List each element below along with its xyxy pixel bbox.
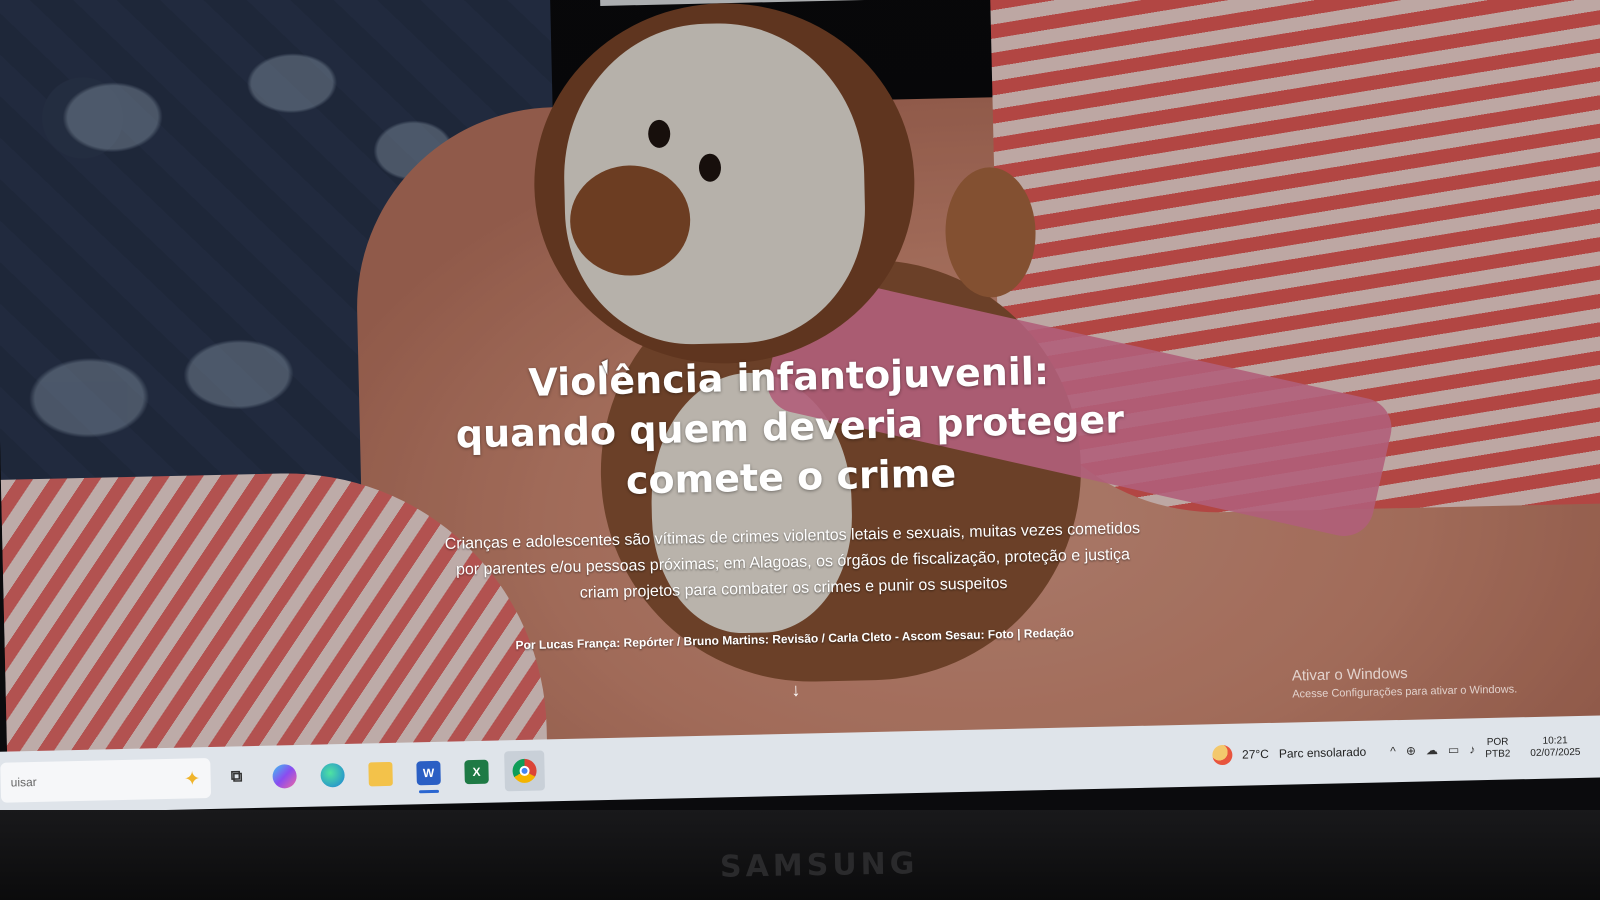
volume-icon[interactable]: ♪ [1469,742,1475,756]
hero-image: Violência infantojuvenil: quando quem de… [0,0,1600,760]
network-icon[interactable]: ⊕ [1406,744,1416,758]
chevron-up-icon[interactable]: ^ [1390,744,1396,758]
article-subtitle: Crianças e adolescentes são vítimas de c… [444,520,1141,602]
monitor-icon[interactable]: ▭ [1448,743,1460,757]
monitor-screen: Violência infantojuvenil: quando quem de… [0,0,1600,900]
taskbar-search-box[interactable]: uisar ✦ [0,758,212,803]
arrow-down-icon[interactable]: ↓ [791,680,800,701]
search-placeholder: uisar [10,774,37,790]
taskbar-apps: ⧉ W X [224,750,546,798]
sparkle-icon: ✦ [183,767,201,791]
language-code: POR [1486,736,1509,749]
chrome-icon[interactable] [504,750,546,792]
hero-content: Violência infantojuvenil: quando quem de… [298,341,1286,712]
article-title: Violência infantojuvenil: quando quem de… [455,349,1125,503]
weather-icon[interactable] [1211,744,1233,766]
task-view-icon[interactable]: ⧉ [224,765,249,790]
weather-description[interactable]: Parc ensolarado [1279,745,1367,761]
copilot-icon[interactable] [272,764,297,789]
file-explorer-icon[interactable] [368,761,393,787]
excel-icon[interactable]: X [464,759,489,785]
language-indicator[interactable]: POR PTB2 [1485,737,1511,762]
keyboard-layout: PTB2 [1485,748,1511,761]
cloud-off-icon[interactable]: ☁ [1426,743,1438,757]
clock-time: 10:21 [1542,735,1568,747]
article-credits: Por Lucas França: Repórter / Bruno Marti… [515,625,1074,653]
weather-temperature[interactable]: 27°C [1242,747,1269,762]
system-tray: 27°C Parc ensolarado ^ ⊕ ☁ ▭ ♪ POR PTB2 … [1211,735,1581,767]
edge-icon[interactable] [320,762,345,788]
monitor-brand-logo: SAMSUNG [719,846,919,885]
clock[interactable]: 10:21 02/07/2025 [1530,735,1581,760]
word-icon[interactable]: W [416,760,441,786]
activate-windows-watermark: Ativar o Windows Acesse Configurações pa… [1292,662,1518,701]
clock-date: 02/07/2025 [1530,746,1581,760]
